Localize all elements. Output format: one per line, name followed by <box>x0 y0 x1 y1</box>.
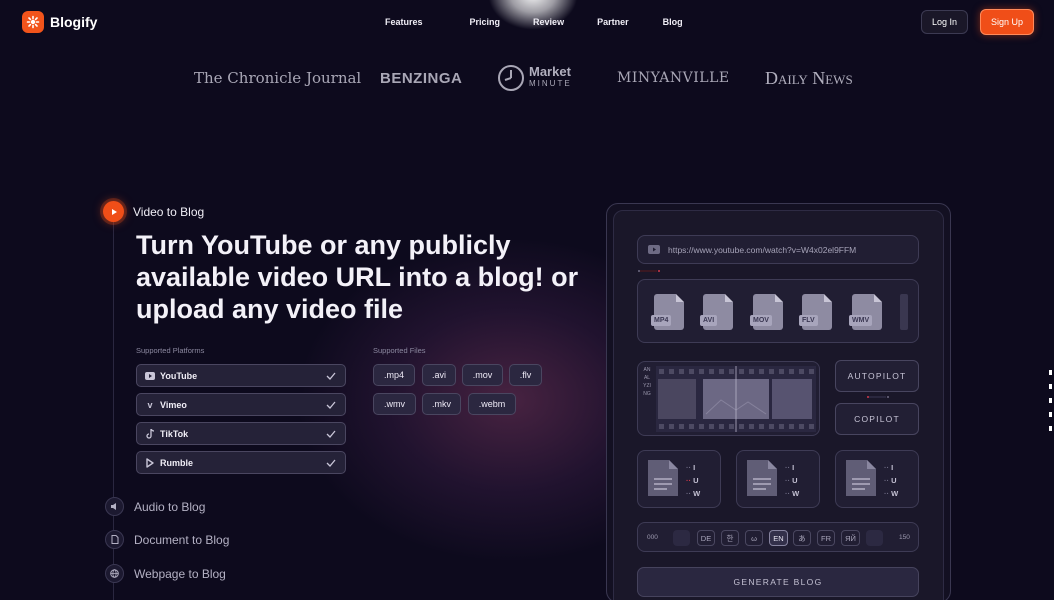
file-tag-mp4: .mp4 <box>373 364 415 386</box>
press-logo-market-minute: Market MINUTE <box>497 62 572 94</box>
clock-icon <box>498 65 524 91</box>
supported-platforms-label: Supported Platforms <box>136 346 205 355</box>
video-url-input[interactable]: https://www.youtube.com/watch?v=W4x02el9… <box>637 235 919 264</box>
language-chip-faded-end <box>866 530 883 546</box>
file-tag-mov: .mov <box>462 364 503 386</box>
language-chip-ko[interactable]: 한 <box>721 530 739 546</box>
feature-headline: Turn YouTube or any publicly available v… <box>136 230 579 324</box>
speaker-icon <box>105 497 124 516</box>
nav-pricing[interactable]: Pricing <box>470 17 501 27</box>
vimeo-icon: v <box>147 399 153 410</box>
tiktok-icon <box>145 428 155 439</box>
side-widget-edge <box>1049 370 1054 446</box>
language-chip-fr[interactable]: FR <box>817 530 835 546</box>
check-icon <box>326 430 336 438</box>
language-chip-ru[interactable]: ЯЙ <box>841 530 860 546</box>
platform-tiktok[interactable]: TikTok <box>136 422 346 445</box>
brand-name: Blogify <box>50 14 98 30</box>
scroll-fade <box>900 294 908 330</box>
nav-review[interactable]: Review <box>533 17 564 27</box>
press-logo-chronicle: The Chronicle Journal <box>194 69 362 87</box>
format-options: ·· I ·· U ·· W <box>686 463 701 498</box>
login-button[interactable]: Log In <box>921 10 968 34</box>
platform-vimeo[interactable]: v Vimeo <box>136 393 346 416</box>
language-chip-ja[interactable]: あ <box>793 530 811 546</box>
brand-logo[interactable]: Blogify <box>22 11 97 33</box>
document-icon <box>846 460 876 496</box>
file-tag-mkv: .mkv <box>422 393 461 415</box>
language-chip-faded <box>673 530 690 546</box>
feature-audio-to-blog[interactable]: Audio to Blog <box>105 497 205 516</box>
mode-connector <box>867 396 889 398</box>
rumble-icon <box>145 457 155 468</box>
top-nav: Blogify Features Pricing Review Partner … <box>0 0 1054 44</box>
supported-files-label: Supported Files <box>373 346 426 355</box>
autopilot-button[interactable]: AUTOPILOT <box>835 360 919 392</box>
blogify-logo-icon <box>22 11 44 33</box>
file-tag-flv: .flv <box>509 364 542 386</box>
video-analyzing-panel: ANALYZING <box>637 361 820 436</box>
file-tag-wmv: .wmv <box>373 393 416 415</box>
document-icon <box>105 530 124 549</box>
language-counter-end: 150 <box>899 534 910 541</box>
feature-video-to-blog[interactable]: Video to Blog <box>133 205 204 219</box>
video-icon <box>648 245 660 254</box>
press-logo-benzinga: BENZINGA <box>380 69 463 87</box>
language-counter-start: 000 <box>647 534 658 541</box>
globe-icon <box>105 564 124 583</box>
format-options: ·· I ·· U ·· W <box>884 463 899 498</box>
feature-webpage-to-blog[interactable]: Webpage to Blog <box>105 564 226 583</box>
mp4-file-icon: MP4 <box>651 294 684 330</box>
platform-youtube[interactable]: YouTube <box>136 364 346 387</box>
file-tag-webm: .webm <box>468 393 516 415</box>
press-logo-minyanville: MINYANVILLE <box>617 70 730 86</box>
language-chip-omega[interactable]: ω <box>745 530 763 546</box>
language-chip-de[interactable]: DE <box>697 530 715 546</box>
connector-dots <box>638 270 660 272</box>
check-icon <box>326 401 336 409</box>
youtube-icon <box>145 371 155 381</box>
avi-file-icon: AVI <box>700 294 733 330</box>
nav-partner[interactable]: Partner <box>597 17 629 27</box>
press-logo-daily-news: Daily News <box>765 67 853 88</box>
language-chip-en[interactable]: EN <box>769 530 788 546</box>
format-options: ·· I ·· U ·· W <box>785 463 800 498</box>
generate-blog-button[interactable]: GENERATE BLOG <box>637 567 919 597</box>
blog-output-card-2: ·· I ·· U ·· W <box>736 450 820 508</box>
wmv-file-icon: WMV <box>849 294 882 330</box>
nav-links: Features Pricing Review Partner Blog <box>385 17 683 27</box>
nav-blog[interactable]: Blog <box>663 17 683 27</box>
signup-button[interactable]: Sign Up <box>980 9 1034 35</box>
check-icon <box>326 459 336 467</box>
mov-file-icon: MOV <box>750 294 783 330</box>
play-icon <box>103 201 124 222</box>
analyzing-label: ANALYZING <box>643 367 651 397</box>
flv-file-icon: FLV <box>799 294 832 330</box>
blog-output-card-3: ·· I ·· U ·· W <box>835 450 919 508</box>
copilot-button[interactable]: COPILOT <box>835 403 919 435</box>
feature-document-to-blog[interactable]: Document to Blog <box>105 530 229 549</box>
document-icon <box>648 460 678 496</box>
document-icon <box>747 460 777 496</box>
nav-features[interactable]: Features <box>385 17 423 27</box>
filmstrip-icon <box>656 366 816 432</box>
platform-rumble[interactable]: Rumble <box>136 451 346 474</box>
check-icon <box>326 372 336 380</box>
blog-output-card-1: ·· I ·· U ·· W <box>637 450 721 508</box>
file-tag-avi: .avi <box>422 364 456 386</box>
